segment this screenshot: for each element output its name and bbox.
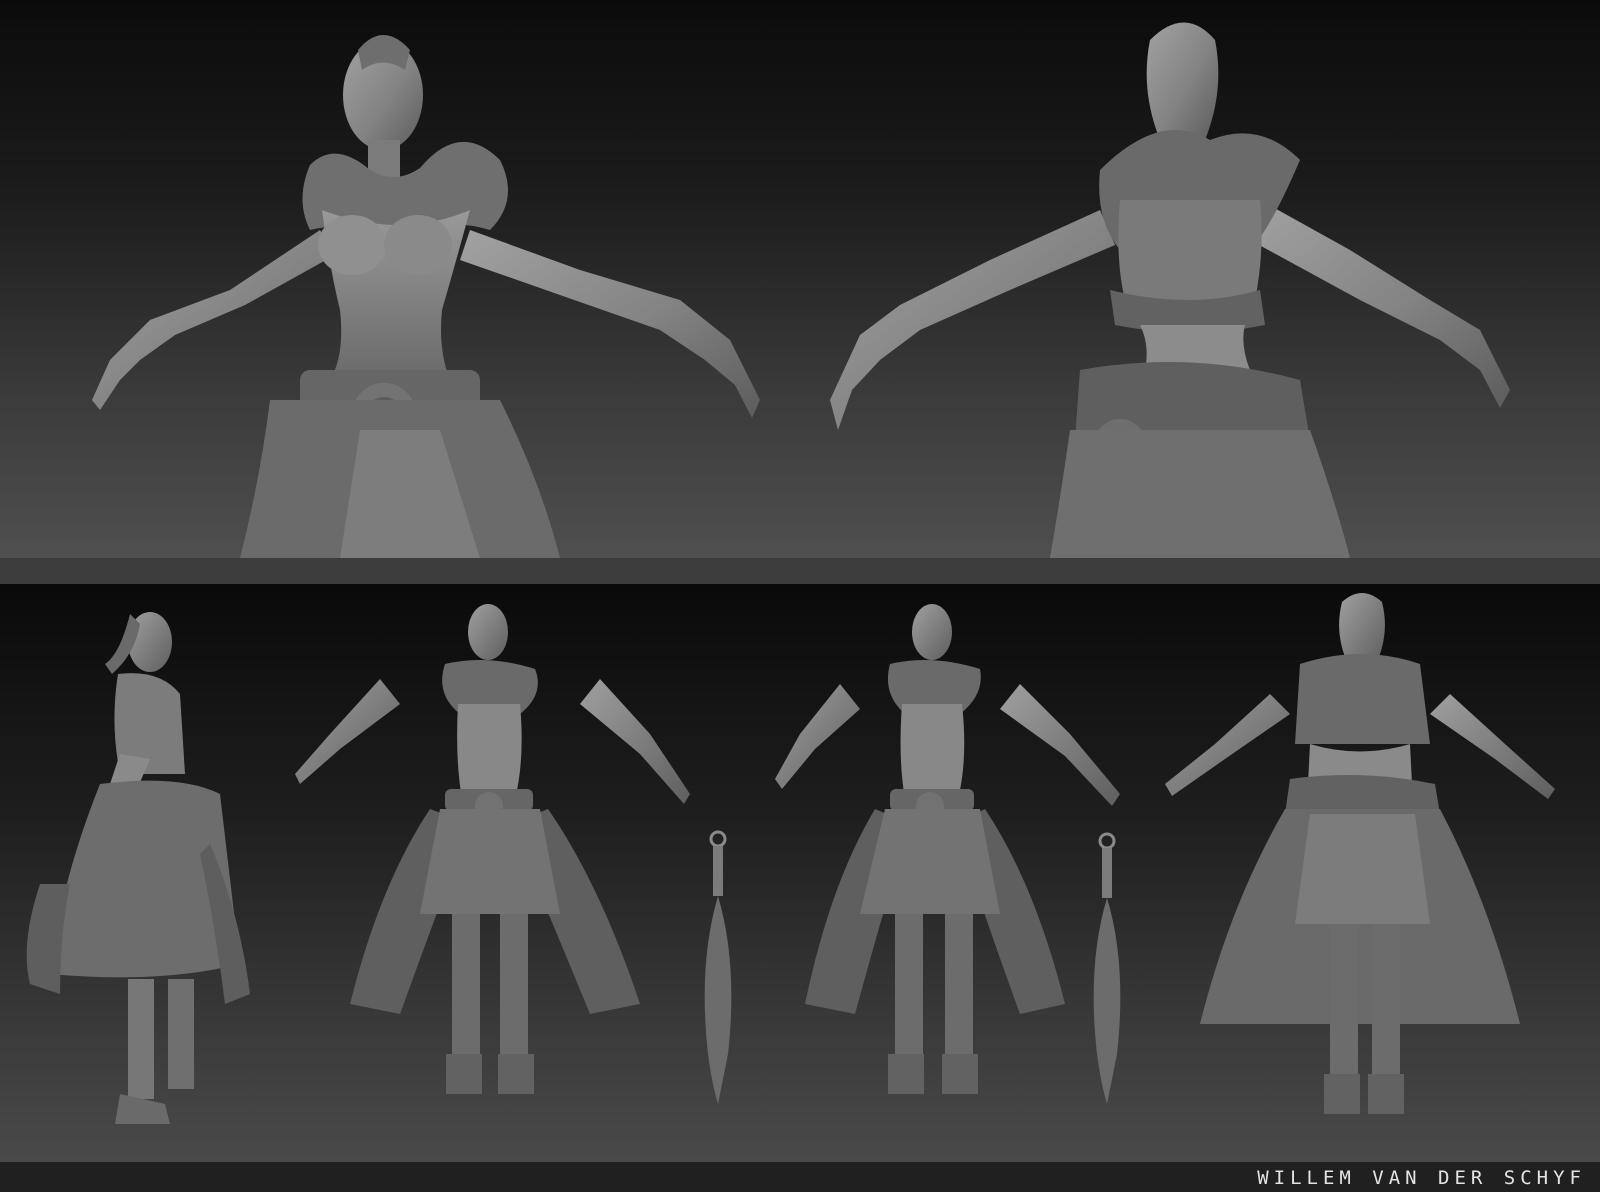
fur-flail-prop-1 bbox=[704, 830, 732, 1104]
closeup-canvas bbox=[92, 22, 1510, 558]
turnaround-canvas bbox=[26, 593, 1555, 1124]
back-closeup-figure bbox=[830, 22, 1510, 558]
panel-divider bbox=[0, 558, 1600, 584]
three-quarter-view-figure bbox=[775, 604, 1120, 1094]
side-view-figure bbox=[26, 612, 250, 1124]
turnaround-panel bbox=[0, 584, 1600, 1162]
front-closeup-figure bbox=[92, 35, 760, 558]
artist-signature: WILLEM VAN DER SCHYF bbox=[1257, 1167, 1586, 1189]
turnaround-sheet: WILLEM VAN DER SCHYF bbox=[0, 0, 1600, 1192]
closeup-panel bbox=[0, 0, 1600, 558]
front-view-figure bbox=[295, 604, 690, 1094]
back-view-figure bbox=[1165, 593, 1555, 1114]
footer-bar: WILLEM VAN DER SCHYF bbox=[0, 1162, 1600, 1192]
fur-flail-prop-2 bbox=[1093, 832, 1121, 1104]
